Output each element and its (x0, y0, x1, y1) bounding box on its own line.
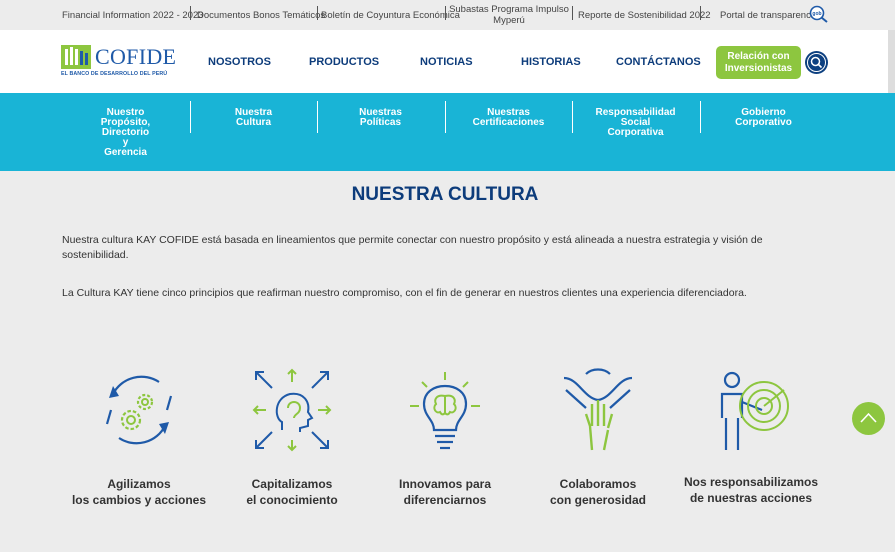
principle-title: Innovamos para (398, 477, 492, 491)
principle-subtitle: con generosidad (549, 493, 647, 507)
subnav-label: Nuestras Certificaciones (472, 107, 545, 128)
subnav-gobierno-corporativo[interactable]: Gobierno Corporativo (701, 108, 826, 128)
cofide-logo[interactable]: COFIDE EL BANCO DE DESARROLLO DEL PERÚ (61, 43, 176, 81)
subnav-label: Responsabilidad Social Corporativa (595, 107, 676, 138)
nav-nosotros[interactable]: NOSOTROS (208, 56, 271, 68)
search-icon (807, 53, 826, 72)
subnav-label: Gobierno Corporativo (735, 107, 792, 128)
investor-relations-button[interactable]: Relación con Inversionistas (716, 46, 801, 79)
principle-label: Agilizamos los cambios y acciones (64, 476, 214, 508)
section-subnav: Nuestro Propósito, Directorio y Gerencia… (0, 93, 895, 171)
subnav-proposito[interactable]: Nuestro Propósito, Directorio y Gerencia (63, 108, 188, 158)
subnav-nuestra-cultura[interactable]: Nuestra Cultura (191, 108, 316, 128)
principles-paragraph: La Cultura KAY tiene cinco principios qu… (62, 287, 747, 299)
nav-noticias[interactable]: NOTICIAS (420, 56, 473, 68)
subnav-label: Nuestra Cultura (234, 107, 273, 128)
nav-productos[interactable]: PRODUCTOS (309, 56, 379, 68)
head-knowledge-icon (252, 368, 332, 452)
link-boletin-coyuntura[interactable]: Boletín de Coyuntura Económica (321, 10, 460, 21)
principle-subtitle: el conocimiento (246, 493, 338, 507)
link-portal-transparencia[interactable]: Portal de transparencia (720, 10, 818, 21)
subnav-label: Nuestro Propósito, Directorio y Gerencia (100, 107, 151, 158)
principle-title: Agilizamos (107, 477, 171, 491)
subnav-responsabilidad-social[interactable]: Responsabilidad Social Corporativa (573, 108, 698, 138)
link-reporte-sostenibilidad[interactable]: Reporte de Sostenibilidad 2022 (578, 10, 711, 21)
principle-label: Innovamos para diferenciarnos (370, 476, 520, 508)
intro-paragraph: Nuestra cultura KAY COFIDE está basada e… (62, 234, 763, 261)
principle-subtitle: de nuestras acciones (689, 491, 813, 505)
subnav-politicas[interactable]: Nuestras Políticas (318, 108, 443, 128)
link-subastas-myperu[interactable]: Subastas Programa Impulso Myperú (449, 4, 569, 26)
divider (445, 6, 446, 20)
logo-text: COFIDE (95, 44, 177, 69)
principle-label: Nos responsabilizamos de nuestras accion… (676, 474, 826, 506)
principle-title: Colaboramos (559, 477, 637, 491)
subnav-label: Nuestras Políticas (359, 107, 402, 128)
gears-cycle-icon (105, 375, 173, 445)
lightbulb-brain-icon (410, 372, 480, 450)
principle-subtitle: los cambios y acciones (71, 493, 207, 507)
principle-subtitle: diferenciarnos (403, 493, 487, 507)
hands-collaboration-icon (563, 368, 633, 451)
page-title: NUESTRA CULTURA (351, 184, 539, 205)
divider (190, 6, 191, 20)
utility-bar: Financial Information 2022 - 2023 Docume… (0, 0, 895, 30)
scroll-to-top-button[interactable] (852, 402, 885, 435)
principle-title: Nos responsabilizamos (683, 475, 819, 489)
divider (700, 6, 701, 20)
person-target-icon (720, 371, 789, 450)
principle-label: Capitalizamos el conocimiento (217, 476, 367, 508)
svg-text:gob: gob (812, 11, 821, 17)
gob-pe-search-icon[interactable]: gob (809, 5, 829, 23)
link-financial-information[interactable]: Financial Information 2022 - 2023 (62, 10, 204, 21)
principle-label: Colaboramos con generosidad (523, 476, 673, 508)
scrollbar[interactable] (888, 30, 895, 93)
subnav-certificaciones[interactable]: Nuestras Certificaciones (446, 108, 571, 128)
principle-title: Capitalizamos (251, 477, 333, 491)
nav-contactanos[interactable]: CONTÁCTANOS (616, 56, 701, 68)
logo-mark-icon (61, 45, 91, 69)
nav-historias[interactable]: HISTORIAS (521, 56, 581, 68)
chevron-up-icon (860, 412, 877, 423)
logo-tagline: EL BANCO DE DESARROLLO DEL PERÚ (61, 71, 168, 77)
search-button[interactable] (805, 51, 828, 74)
divider (317, 6, 318, 20)
site-header: COFIDE EL BANCO DE DESARROLLO DEL PERÚ N… (0, 30, 895, 93)
divider (572, 6, 573, 20)
link-bonos-tematicos[interactable]: Documentos Bonos Temáticos (197, 10, 325, 21)
